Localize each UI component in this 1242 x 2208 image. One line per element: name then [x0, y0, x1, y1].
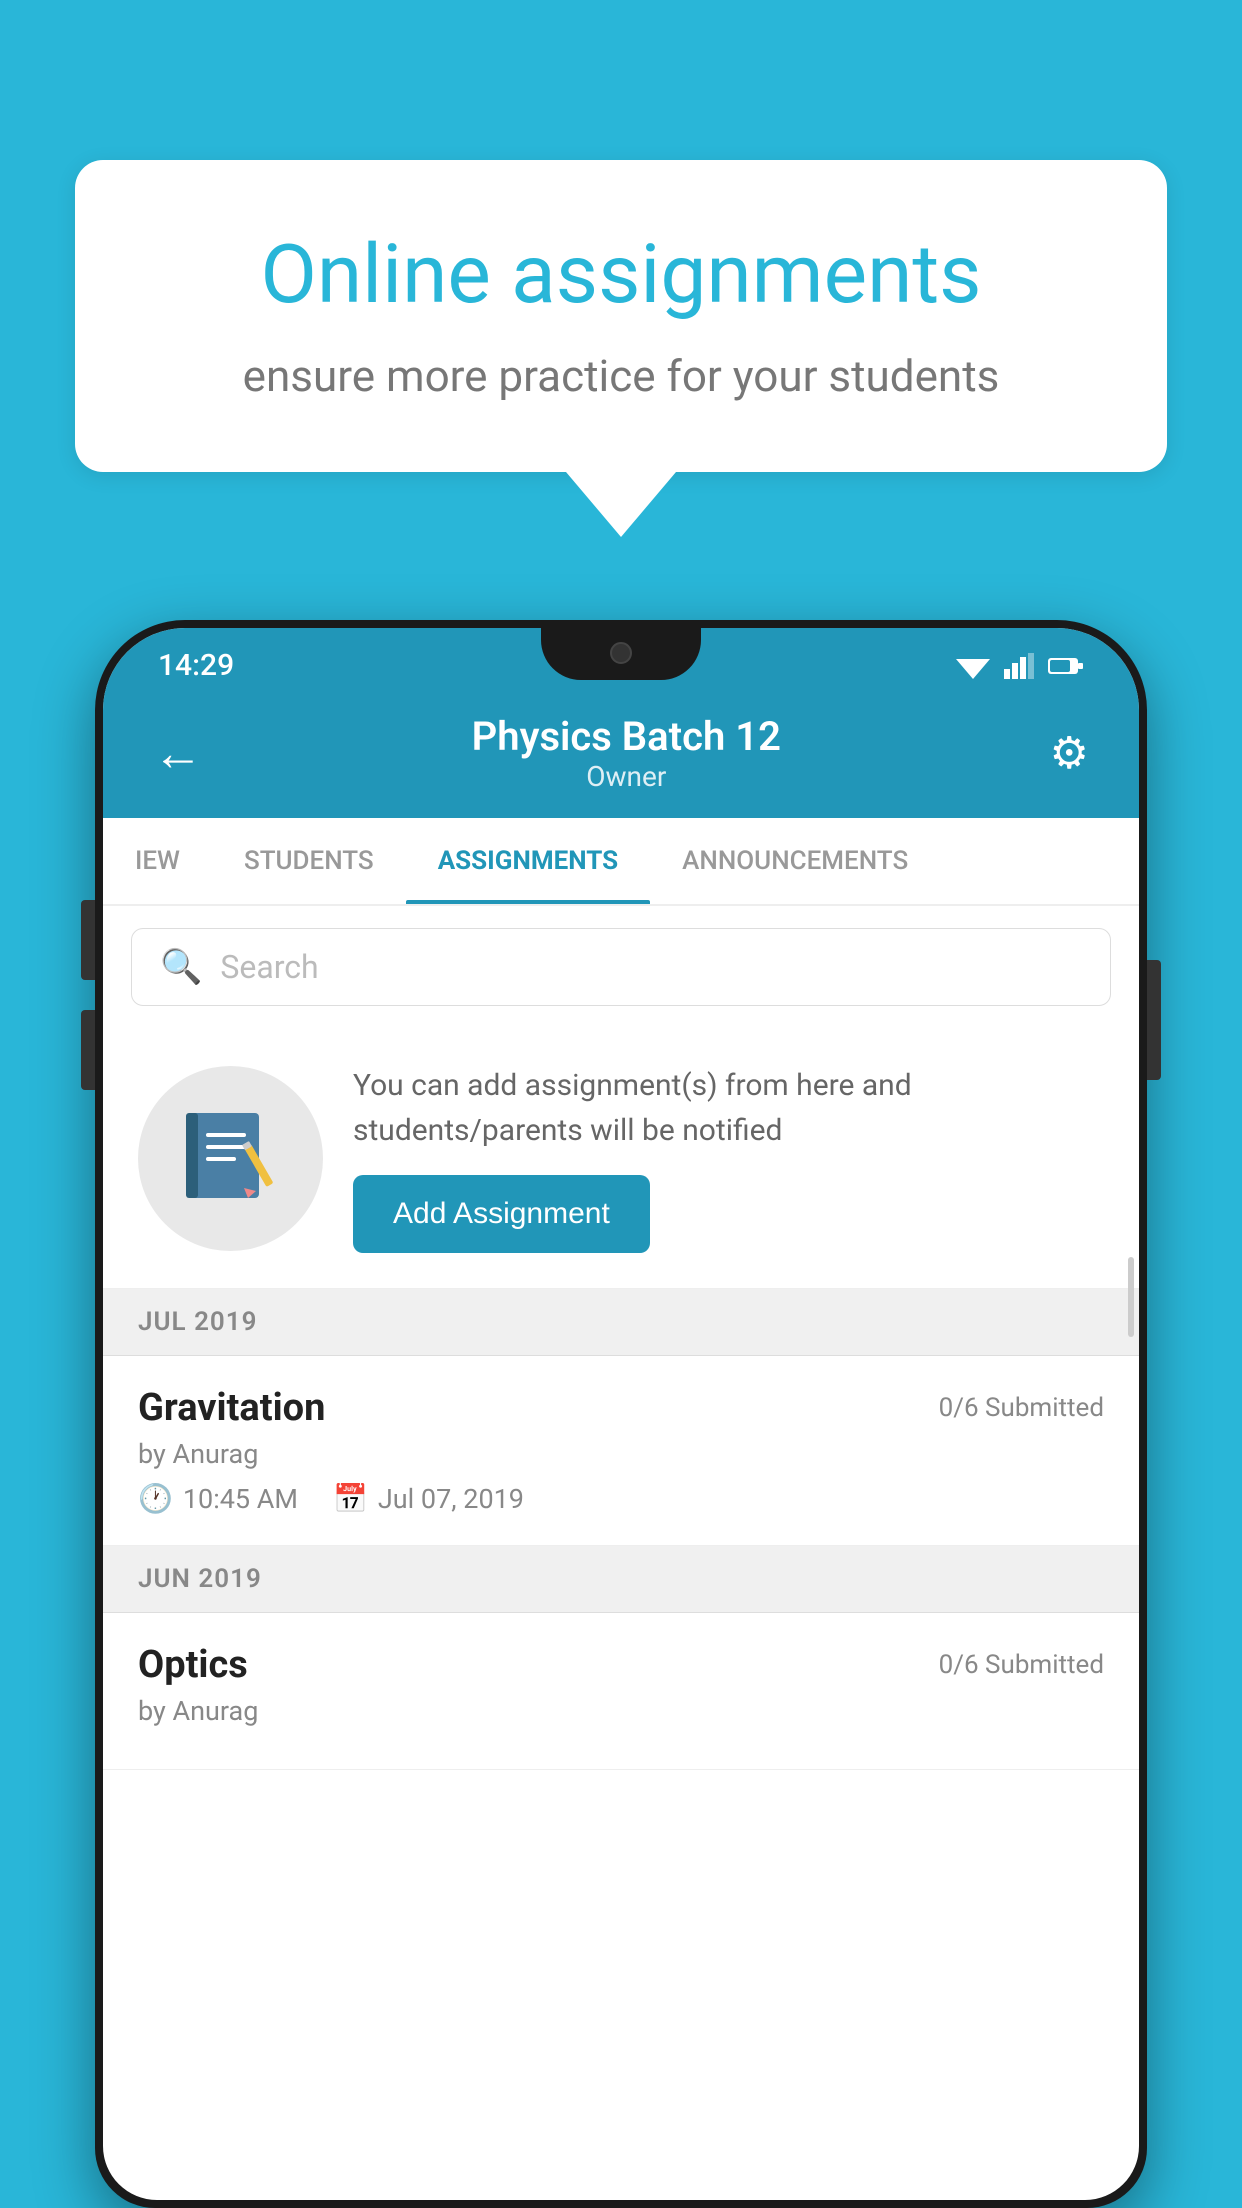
tab-assignments[interactable]: ASSIGNMENTS	[406, 818, 650, 904]
phone-notch	[541, 628, 701, 680]
volume-down-button	[81, 1010, 95, 1090]
status-time: 14:29	[158, 648, 234, 683]
volume-up-button	[81, 900, 95, 980]
meta-time: 🕐 10:45 AM	[138, 1482, 298, 1515]
assignment-date: Jul 07, 2019	[378, 1483, 524, 1515]
phone-screen: 14:29	[103, 628, 1139, 2200]
back-button[interactable]: ←	[153, 724, 203, 783]
tab-announcements[interactable]: ANNOUNCEMENTS	[650, 818, 940, 904]
tabs-bar: IEW STUDENTS ASSIGNMENTS ANNOUNCEMENTS	[103, 818, 1139, 906]
wifi-icon	[956, 653, 990, 679]
phone-frame: 14:29	[95, 620, 1147, 2208]
header-title: Physics Batch 12	[203, 713, 1050, 760]
app-header: ← Physics Batch 12 Owner ⚙	[103, 693, 1139, 818]
scroll-indicator[interactable]	[1128, 1257, 1134, 1337]
speech-bubble-subtitle: ensure more practice for your students	[155, 350, 1087, 402]
calendar-icon: 📅	[333, 1482, 368, 1515]
add-assignment-button[interactable]: Add Assignment	[353, 1175, 650, 1253]
speech-bubble-arrow	[566, 472, 676, 537]
promo-icon-circle	[138, 1066, 323, 1251]
search-box[interactable]: 🔍 Search	[131, 928, 1111, 1006]
assignment-name: Gravitation	[138, 1386, 325, 1430]
assignment-meta: 🕐 10:45 AM 📅 Jul 07, 2019	[138, 1482, 1104, 1515]
speech-bubble-container: Online assignments ensure more practice …	[75, 160, 1167, 537]
power-button	[1147, 960, 1161, 1080]
promo-text: You can add assignment(s) from here and …	[353, 1063, 1104, 1153]
list-item[interactable]: Optics 0/6 Submitted by Anurag	[103, 1613, 1139, 1770]
speech-bubble-title: Online assignments	[155, 230, 1087, 320]
header-subtitle: Owner	[203, 760, 1050, 793]
meta-date: 📅 Jul 07, 2019	[333, 1482, 524, 1515]
search-container: 🔍 Search	[103, 906, 1139, 1028]
tab-iew[interactable]: IEW	[103, 818, 212, 904]
section-header-jul: JUL 2019	[103, 1289, 1139, 1356]
battery-icon	[1048, 656, 1084, 676]
assignment-top-row: Gravitation 0/6 Submitted	[138, 1386, 1104, 1430]
assignment-author: by Anurag	[138, 1438, 1104, 1470]
promo-content: You can add assignment(s) from here and …	[353, 1063, 1104, 1253]
scroll-area: 🔍 Search	[103, 906, 1139, 2200]
clock-icon: 🕐	[138, 1482, 173, 1515]
section-header-jun: JUN 2019	[103, 1546, 1139, 1613]
assignment-submitted: 0/6 Submitted	[939, 1393, 1104, 1423]
assignment-time: 10:45 AM	[183, 1483, 298, 1515]
assignment-author-2: by Anurag	[138, 1695, 1104, 1727]
list-item[interactable]: Gravitation 0/6 Submitted by Anurag 🕐 10…	[103, 1356, 1139, 1546]
tab-students[interactable]: STUDENTS	[212, 818, 406, 904]
assignment-promo: You can add assignment(s) from here and …	[103, 1028, 1139, 1289]
settings-icon[interactable]: ⚙	[1050, 727, 1089, 779]
assignment-top-row-2: Optics 0/6 Submitted	[138, 1643, 1104, 1687]
assignment-name-2: Optics	[138, 1643, 248, 1687]
search-icon: 🔍	[160, 947, 202, 987]
signal-icon	[1004, 653, 1034, 679]
header-center: Physics Batch 12 Owner	[203, 713, 1050, 793]
assignment-submitted-2: 0/6 Submitted	[939, 1650, 1104, 1680]
status-icons	[956, 653, 1084, 679]
search-placeholder: Search	[220, 948, 318, 986]
notebook-icon	[176, 1103, 286, 1213]
speech-bubble: Online assignments ensure more practice …	[75, 160, 1167, 472]
